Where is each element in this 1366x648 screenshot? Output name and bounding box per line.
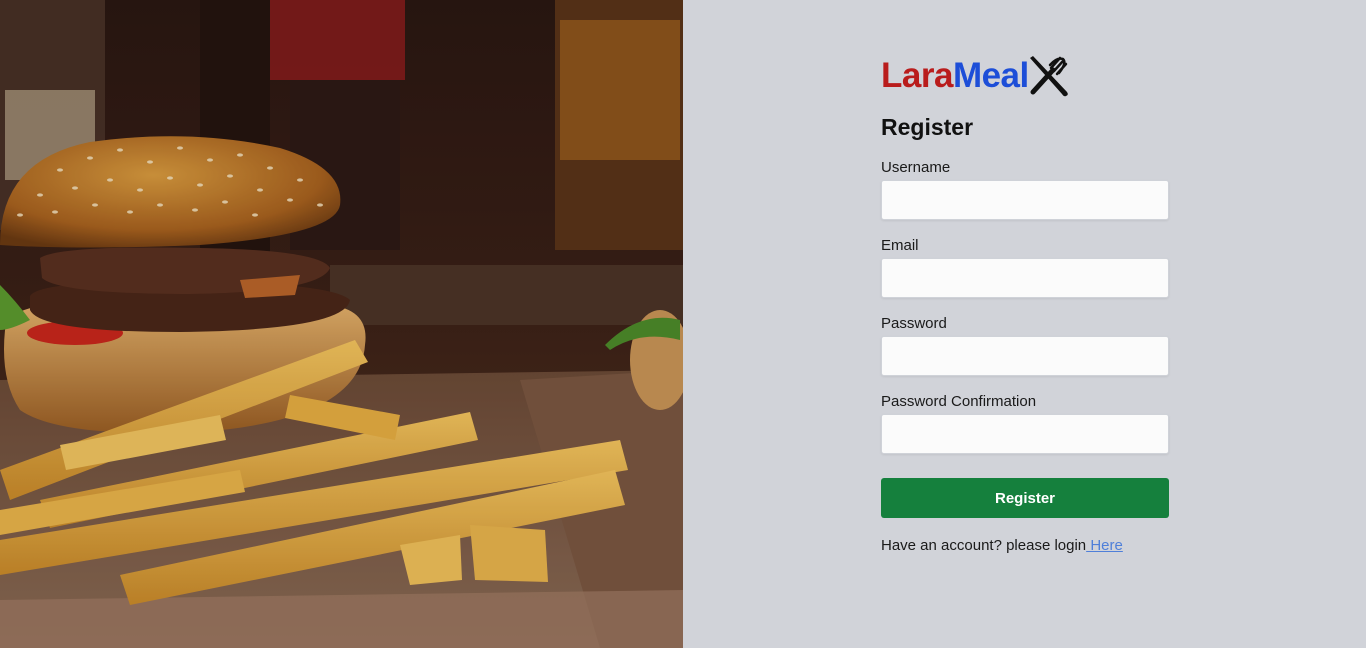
password-confirmation-label: Password Confirmation	[881, 393, 1037, 410]
fork-knife-icon	[1029, 56, 1068, 97]
email-label: Email	[881, 237, 919, 254]
email-input[interactable]	[881, 258, 1169, 298]
password-field-group: Password	[881, 314, 1169, 376]
username-field-group: Username	[881, 158, 1169, 220]
register-form: LaraMeal Register Username Email Passwor…	[881, 54, 1169, 554]
brand-logo: LaraMeal	[881, 54, 1169, 98]
hero-image	[0, 0, 683, 648]
username-label: Username	[881, 159, 951, 176]
page-title: Register	[881, 114, 974, 140]
brand-name: LaraMeal	[881, 54, 1029, 98]
login-link[interactable]: Here	[1086, 537, 1123, 554]
register-panel: LaraMeal Register Username Email Passwor…	[683, 0, 1366, 648]
burger-fries-photo	[0, 0, 683, 648]
username-input[interactable]	[881, 180, 1169, 220]
password-confirmation-input[interactable]	[881, 414, 1169, 454]
password-input[interactable]	[881, 336, 1169, 376]
register-button[interactable]: Register	[881, 478, 1169, 518]
password-label: Password	[881, 315, 947, 332]
brand-name-meal: Meal	[952, 56, 1029, 95]
email-field-group: Email	[881, 236, 1169, 298]
login-prompt: Have an account? please login Here	[881, 537, 1169, 554]
brand-name-lara: Lara	[881, 56, 953, 95]
password-confirmation-field-group: Password Confirmation	[881, 392, 1169, 454]
login-prompt-text: Have an account? please login	[881, 537, 1087, 554]
